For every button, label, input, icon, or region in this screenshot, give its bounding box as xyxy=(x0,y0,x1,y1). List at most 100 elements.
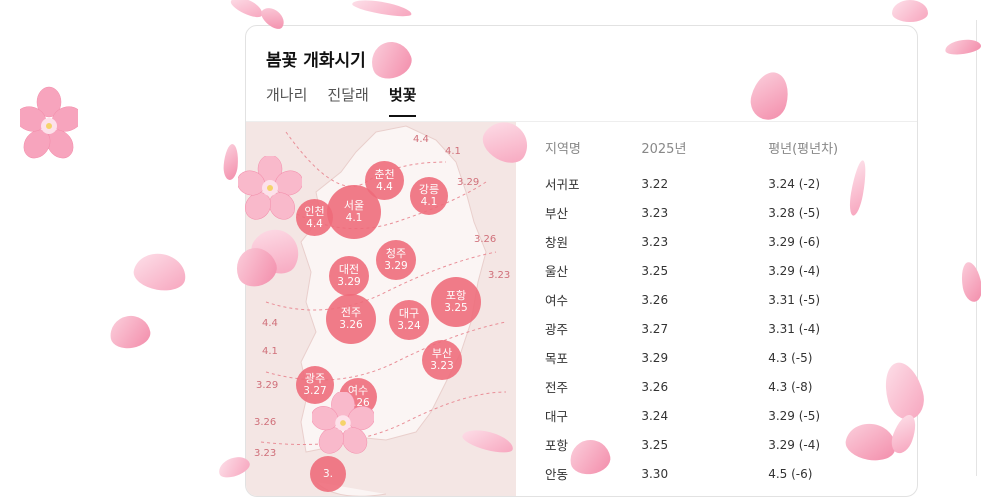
cell-2025: 3.26 xyxy=(641,292,669,307)
isoline-label: 3.26 xyxy=(254,417,277,428)
bubble-name: 청주 xyxy=(385,247,407,260)
cherry-blossom-petal-icon xyxy=(222,143,240,181)
bubble-name: 춘천 xyxy=(374,167,395,181)
cell-normal: 3.29 (-6) xyxy=(768,234,821,249)
header-2025: 2025년 xyxy=(641,142,687,157)
cell-normal: 3.31 (-5) xyxy=(768,292,821,307)
bubble-value: 3.29 xyxy=(337,276,361,288)
table-row: 창원 3.23 3.29 (-6) xyxy=(516,227,896,256)
table-row: 대구 3.24 3.29 (-5) xyxy=(516,401,896,430)
table-row: 전주 3.26 4.3 (-8) xyxy=(516,372,896,401)
cell-region: 대구 xyxy=(545,409,569,424)
cell-region: 부산 xyxy=(545,206,569,221)
cell-2025: 3.24 xyxy=(641,408,669,423)
bubble-name: 인천 xyxy=(304,204,325,218)
cell-2025: 3.30 xyxy=(641,466,669,481)
map-bubble[interactable]: 전주 3.26 xyxy=(326,294,376,344)
cell-normal: 3.24 (-2) xyxy=(768,176,821,191)
bubble-value: 3.24 xyxy=(397,320,421,332)
bubble-name: 서울 xyxy=(343,199,365,212)
map-bubble[interactable]: 3. xyxy=(310,456,346,492)
header-normal: 평년(평년차) xyxy=(768,142,839,157)
bubble-value: 4.4 xyxy=(306,217,323,230)
bubble-value: 3. xyxy=(322,467,334,480)
cherry-blossom-petal-icon xyxy=(228,0,266,21)
cell-normal: 3.28 (-5) xyxy=(768,205,821,220)
isoline-label: 3.23 xyxy=(254,448,277,459)
isoline-label: 4.1 xyxy=(445,146,461,157)
cell-normal: 3.29 (-5) xyxy=(768,408,821,423)
cell-normal: 3.29 (-4) xyxy=(768,263,821,278)
flower-tabs: 개나리 진달래 벚꽃 xyxy=(266,84,417,117)
cell-normal: 3.31 (-4) xyxy=(768,321,821,336)
table-row: 서귀포 3.22 3.24 (-2) xyxy=(516,169,896,198)
bubble-value: 3.29 xyxy=(384,260,408,272)
cherry-blossom-petal-icon xyxy=(107,312,153,352)
map-bubble[interactable]: 대전 3.29 xyxy=(329,256,369,296)
cherry-blossom-petal-icon xyxy=(351,0,413,20)
cell-2025: 3.25 xyxy=(641,263,669,278)
bubble-name: 광주 xyxy=(304,372,326,385)
cell-region: 여수 xyxy=(545,293,569,308)
card-title: 봄꽃 개화시기 xyxy=(266,51,366,71)
bubble-value: 3.25 xyxy=(444,302,468,314)
isoline-label: 4.4 xyxy=(413,134,429,145)
isoline-label: 3.29 xyxy=(256,380,279,391)
cherry-blossom-flower-icon xyxy=(238,156,302,220)
table-header: 지역명 2025년 평년(평년차) xyxy=(516,138,896,157)
bubble-value: 4.1 xyxy=(420,196,438,208)
table-row: 여수 3.26 3.31 (-5) xyxy=(516,285,896,314)
isoline-label: 3.29 xyxy=(457,177,480,188)
cell-region: 울산 xyxy=(545,264,569,279)
isoline-label: 3.26 xyxy=(474,234,497,245)
cell-region: 서귀포 xyxy=(545,177,580,192)
cell-2025: 3.22 xyxy=(641,176,669,191)
cell-region: 창원 xyxy=(545,235,569,250)
bubble-name: 강릉 xyxy=(418,183,440,196)
bubble-value: 4.4 xyxy=(376,180,393,193)
cell-2025: 3.27 xyxy=(641,321,669,336)
map-bubble[interactable]: 청주 3.29 xyxy=(376,240,416,280)
table-row: 부산 3.23 3.28 (-5) xyxy=(516,198,896,227)
isoline-label: 4.4 xyxy=(262,318,278,329)
cell-normal: 4.5 (-6) xyxy=(768,466,813,481)
cell-region: 전주 xyxy=(545,380,569,395)
bubble-name: 전주 xyxy=(340,306,362,319)
tab-azalea[interactable]: 진달래 xyxy=(327,84,368,117)
bubble-name: 부산 xyxy=(431,347,453,360)
cell-2025: 3.29 xyxy=(641,350,669,365)
map-bubble[interactable]: 강릉 4.1 xyxy=(410,177,448,215)
map-bubble[interactable]: 포항 3.25 xyxy=(431,277,481,327)
cell-2025: 3.25 xyxy=(641,437,669,452)
bubble-name: 대구 xyxy=(398,307,420,320)
map-bubble[interactable]: 부산 3.23 xyxy=(422,340,462,380)
bubble-value: 4.1 xyxy=(345,212,363,224)
cell-2025: 3.23 xyxy=(641,234,669,249)
table-row: 목포 3.29 4.3 (-5) xyxy=(516,343,896,372)
isoline-label: 4.1 xyxy=(262,346,278,357)
cherry-blossom-flower-icon xyxy=(312,392,374,454)
cherry-blossom-flower-icon xyxy=(20,86,78,159)
table-body: 서귀포 3.22 3.24 (-2) 부산 3.23 3.28 (-5) 창원 3.23 3… xyxy=(516,169,896,488)
cell-region: 광주 xyxy=(545,322,569,337)
bubble-value: 3.23 xyxy=(430,360,454,372)
isoline-label: 3.23 xyxy=(488,270,511,281)
cell-normal: 4.3 (-8) xyxy=(768,379,813,394)
map-bubble[interactable]: 서울 4.1 xyxy=(327,185,381,239)
table-row: 울산 3.25 3.29 (-4) xyxy=(516,256,896,285)
cell-2025: 3.23 xyxy=(641,205,669,220)
cherry-blossom-petal-icon xyxy=(131,249,189,295)
cell-normal: 4.3 (-5) xyxy=(768,350,813,365)
map-bubble[interactable]: 대구 3.24 xyxy=(389,300,429,340)
bubble-value: 3.26 xyxy=(339,319,363,331)
bubble-name: 대전 xyxy=(338,263,360,276)
header-region: 지역명 xyxy=(545,142,581,157)
bubble-name: 포항 xyxy=(445,289,467,302)
tab-forsythia[interactable]: 개나리 xyxy=(266,84,307,117)
page-divider xyxy=(976,20,977,476)
cherry-blossom-petal-icon xyxy=(892,0,928,22)
cherry-blossom-petal-icon xyxy=(958,260,981,304)
tab-cherry-blossom[interactable]: 벚꽃 xyxy=(388,84,417,117)
cell-region: 목포 xyxy=(545,351,569,366)
table-row: 광주 3.27 3.31 (-4) xyxy=(516,314,896,343)
